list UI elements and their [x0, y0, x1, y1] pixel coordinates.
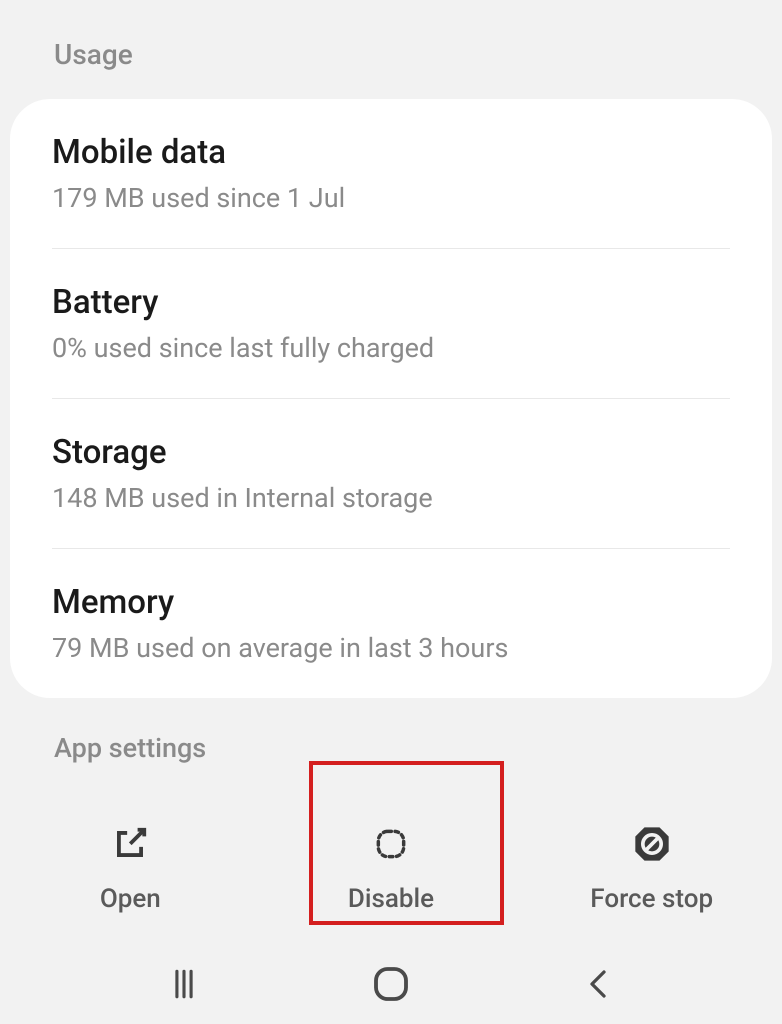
mobile-data-subtitle: 179 MB used since 1 Jul: [52, 182, 730, 214]
storage-subtitle: 148 MB used in Internal storage: [52, 482, 730, 514]
home-button[interactable]: [361, 954, 421, 1014]
usage-section-header: Usage: [0, 0, 782, 99]
battery-subtitle: 0% used since last fully charged: [52, 332, 730, 364]
memory-title: Memory: [52, 583, 730, 622]
memory-item[interactable]: Memory 79 MB used on average in last 3 h…: [52, 548, 730, 698]
force-stop-label: Force stop: [590, 884, 713, 914]
force-stop-button[interactable]: Force stop: [521, 802, 782, 934]
memory-subtitle: 79 MB used on average in last 3 hours: [52, 632, 730, 664]
highlight-annotation: [309, 761, 504, 925]
system-nav-bar: [0, 944, 782, 1024]
open-button[interactable]: Open: [0, 802, 261, 934]
mobile-data-title: Mobile data: [52, 133, 730, 172]
force-stop-icon: [630, 822, 674, 866]
open-icon: [108, 822, 152, 866]
open-label: Open: [100, 884, 161, 914]
usage-card: Mobile data 179 MB used since 1 Jul Batt…: [10, 99, 772, 698]
battery-title: Battery: [52, 283, 730, 322]
storage-title: Storage: [52, 433, 730, 472]
storage-item[interactable]: Storage 148 MB used in Internal storage: [52, 398, 730, 548]
mobile-data-item[interactable]: Mobile data 179 MB used since 1 Jul: [52, 99, 730, 248]
recents-button[interactable]: [154, 954, 214, 1014]
app-settings-header: App settings: [0, 698, 782, 764]
battery-item[interactable]: Battery 0% used since last fully charged: [52, 248, 730, 398]
back-button[interactable]: [568, 954, 628, 1014]
